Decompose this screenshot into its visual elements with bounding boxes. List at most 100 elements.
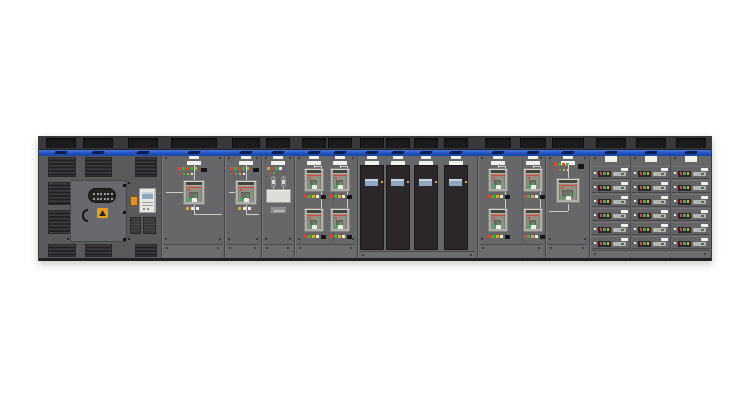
screw [549,238,551,240]
handle-grip [621,229,624,232]
indicator-light [342,235,345,238]
door-handle[interactable] [82,209,88,222]
feeder-drawer[interactable] [632,222,670,235]
indicator-light [643,242,646,245]
circuit-breaker-unit[interactable] [523,208,543,232]
indicator-light [634,186,636,188]
drawer-handle[interactable] [653,228,666,232]
indicator-light [304,235,307,238]
circuit-breaker-unit[interactable] [304,208,324,232]
circuit-breaker-unit[interactable] [304,168,324,192]
hmi-display[interactable] [390,178,405,187]
top-vent-inset [596,138,626,148]
indicator-light [640,214,643,217]
indicator-light [334,195,337,198]
feeder-drawer[interactable] [632,180,670,193]
drawer-handle[interactable] [693,228,706,232]
circuit-breaker-unit[interactable] [523,168,543,192]
connector-pill [88,188,116,203]
circuit-breaker-unit[interactable] [235,180,257,205]
indicator-light [312,235,315,238]
feeder-drawer[interactable] [592,208,630,221]
feeder-drawer[interactable] [592,180,630,193]
feeder-drawer[interactable] [672,166,710,179]
pushbutton [191,207,194,210]
screw [704,253,706,255]
drawer-handle[interactable] [693,214,706,218]
power-meter[interactable] [139,188,156,213]
screw [128,182,130,184]
drawer-handle[interactable] [613,242,626,246]
brand-logo [271,151,285,154]
indicator-light [334,235,337,238]
vent-louver [85,244,112,257]
feeder-drawer[interactable] [672,208,710,221]
indicator-cluster [678,171,691,177]
indicator-light [594,214,596,216]
feeder-drawer[interactable] [672,222,710,235]
feeder-drawer[interactable] [632,236,670,249]
circuit-breaker-unit[interactable] [330,168,350,192]
drawer-handle[interactable] [613,214,626,218]
breaker-face [491,214,505,229]
drawer-handle[interactable] [693,186,706,190]
drawer-handle[interactable] [613,172,626,176]
indicator-light [561,187,563,189]
indicator-light [559,169,561,171]
hmi-display[interactable] [418,178,433,187]
indicator-cluster [678,241,691,247]
incomer-door[interactable] [70,180,127,242]
screw [350,247,352,249]
fuse-cap [272,184,275,186]
drawer-handle[interactable] [653,186,666,190]
feeder-drawer[interactable] [632,194,670,207]
blank-door[interactable] [444,165,468,250]
label-plate [661,168,668,171]
drawer-handle[interactable] [653,172,666,176]
feeder-drawer[interactable] [592,194,630,207]
drawer-handle[interactable] [613,200,626,204]
feeder-drawer[interactable] [632,208,670,221]
circuit-breaker-unit[interactable] [183,180,205,205]
drawer-handle[interactable] [613,228,626,232]
feeder-drawer[interactable] [672,180,710,193]
blank-door[interactable] [414,165,438,250]
circuit-breaker-unit[interactable] [488,208,508,232]
feeder-drawer[interactable] [592,236,630,249]
hmi-display[interactable] [364,178,379,187]
drawer-handle[interactable] [693,242,706,246]
breaker-slot [491,210,505,213]
label-plate [528,156,538,159]
blank-door[interactable] [360,165,384,250]
feeder-drawer[interactable] [632,166,670,179]
vent-louver [48,244,76,257]
indicator-cluster [638,241,651,247]
drawer-handle[interactable] [653,214,666,218]
drawer-handle[interactable] [653,242,666,246]
indicator-light [674,186,676,188]
feeder-drawer[interactable] [592,222,630,235]
circuit-breaker-unit[interactable] [330,208,350,232]
metering-compartment[interactable] [266,189,291,203]
indicator-light [687,186,690,189]
column-divider [630,155,631,258]
drawer-handle[interactable] [693,172,706,176]
drawer-handle[interactable] [693,200,706,204]
drawer-handle[interactable] [653,200,666,204]
drawer-handle[interactable] [613,186,626,190]
bottom-panel [264,244,292,257]
feeder-drawer[interactable] [672,194,710,207]
blank-door[interactable] [386,165,410,250]
brand-logo [333,151,347,154]
screw [289,238,291,240]
hmi-display[interactable] [448,178,463,187]
circuit-breaker-unit[interactable] [556,178,580,203]
top-vent-inset [83,138,113,148]
brand-logo [449,151,463,154]
feeder-drawer[interactable] [592,166,630,179]
indicator-light [273,172,275,174]
feeder-drawer[interactable] [672,236,710,249]
indicator-row [523,194,547,199]
circuit-breaker-unit[interactable] [488,168,508,192]
indicator-light [188,198,191,201]
